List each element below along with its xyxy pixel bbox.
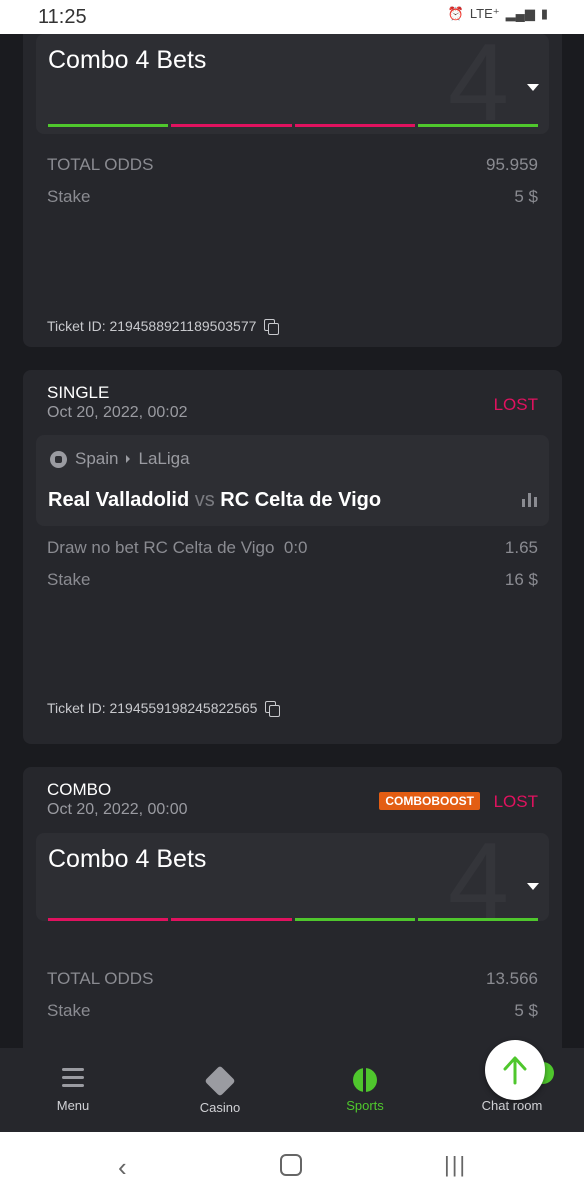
ticket-id: Ticket ID: 2194588921189503577 [47,318,280,335]
total-odds-row: TOTAL ODDS 13.566 [47,969,538,989]
ticket-id: Ticket ID: 2194559198245822565 [47,700,281,717]
total-odds-value: 13.566 [486,969,538,988]
chevron-right-icon [126,455,131,463]
network-label: LTE⁺ [469,6,500,21]
status-bar: 11:25 ⏰ LTE⁺ ▂▄▆ ▮ [0,0,584,34]
arrow-up-icon [503,1056,527,1085]
ticket-card: 4 Combo 4 Bets TOTAL ODDS 95.959 Stake 5… [23,34,562,347]
tickets-list[interactable]: 4 Combo 4 Bets TOTAL ODDS 95.959 Stake 5… [0,34,584,1048]
total-odds-label: TOTAL ODDS [47,969,154,988]
match-teams: Real Valladolid vs RC Celta de Vigo [48,489,381,512]
leg-result-bars [48,124,538,127]
stake-row: Stake 16 $ [47,570,538,590]
nav-chat-label: Chat room [481,1098,543,1113]
combo-header[interactable]: 4 Combo 4 Bets [36,827,549,937]
leg-bar [48,918,169,921]
clock: 11:25 [38,6,87,28]
stats-icon[interactable] [522,493,537,507]
odds-value: 1.65 [504,538,538,557]
total-odds-value: 95.959 [486,155,538,174]
stake-label: Stake [47,570,91,589]
event-card[interactable]: Spain LaLiga Real Valladolid vs RC Celta… [36,435,549,526]
ticket-id-text: Ticket ID: 2194588921189503577 [47,318,257,334]
leg-bar [294,918,415,921]
bet-type: SINGLE [47,383,110,402]
total-odds-label: TOTAL ODDS [47,155,154,174]
stake-row: Stake 5 $ [47,1001,538,1021]
combo-title: Combo 4 Bets [48,845,207,873]
leg-bar [171,918,292,921]
ticket-id-text: Ticket ID: 2194559198245822565 [47,700,258,716]
home-icon[interactable] [280,1154,302,1176]
leg-bar [417,918,538,921]
casino-icon [204,1065,236,1097]
ticket-card: COMBO Oct 20, 2022, 00:00 COMBOBOOST LOS… [23,767,562,1048]
nav-menu[interactable]: Menu [13,1068,133,1113]
hamburger-icon [60,1068,86,1092]
bet-status: LOST [493,792,538,811]
league-path: Spain LaLiga [50,449,190,469]
combo-header[interactable]: 4 Combo 4 Bets [36,34,549,138]
stake-value: 16 $ [504,570,538,589]
chevron-down-icon[interactable] [527,84,539,91]
home-team: Real Valladolid [48,489,190,511]
nav-casino[interactable]: Casino [160,1065,280,1115]
stake-label: Stake [47,1001,91,1020]
chevron-down-icon[interactable] [527,883,539,890]
soccer-ball-icon [50,450,67,468]
bet-type: COMBO [47,780,112,799]
vs-label: vs [194,489,215,511]
stake-value: 5 $ [514,1001,538,1020]
leg-bar [417,124,538,127]
nav-menu-label: Menu [56,1098,90,1113]
back-icon[interactable]: ‹ [118,1152,127,1183]
leg-bar [294,124,415,127]
stake-label: Stake [47,187,91,206]
nav-casino-label: Casino [199,1100,241,1115]
alarm-icon: ⏰ [447,6,464,21]
combo-title: Combo 4 Bets [48,46,207,74]
copy-icon[interactable] [265,701,281,717]
signal-icon: ▂▄▆ [505,6,535,21]
leg-bar [171,124,292,127]
stake-value: 5 $ [514,187,538,206]
copy-icon[interactable] [264,319,280,335]
ticket-card: SINGLE Oct 20, 2022, 00:02 LOST Spain La… [23,370,562,744]
total-odds-row: TOTAL ODDS 95.959 [47,155,538,175]
bet-status: LOST [493,395,538,414]
combo-count-watermark: 4 [447,34,509,144]
bet-date: Oct 20, 2022, 00:02 [47,404,188,421]
league-label: LaLiga [138,449,190,468]
away-team: RC Celta de Vigo [220,489,382,511]
sports-ball-icon [352,1068,378,1092]
comboboost-badge: COMBOBOOST [379,792,480,810]
nav-sports[interactable]: Sports [305,1068,425,1113]
nav-sports-label: Sports [346,1098,384,1113]
market-row: Draw no bet RC Celta de Vigo 0:0 1.65 [47,538,538,558]
market-label: Draw no bet RC Celta de Vigo 0:0 [47,538,308,557]
battery-icon: ▮ [540,6,548,21]
system-nav-bar: ‹ ||| [0,1132,584,1200]
bet-date: Oct 20, 2022, 00:00 [47,801,188,818]
scroll-to-top-button[interactable] [485,1040,545,1100]
status-icons: ⏰ LTE⁺ ▂▄▆ ▮ [448,6,548,22]
leg-bar [48,124,169,127]
country-label: Spain [75,449,119,468]
leg-result-bars [48,918,538,921]
recents-icon[interactable]: ||| [444,1152,467,1178]
stake-row: Stake 5 $ [47,187,538,207]
